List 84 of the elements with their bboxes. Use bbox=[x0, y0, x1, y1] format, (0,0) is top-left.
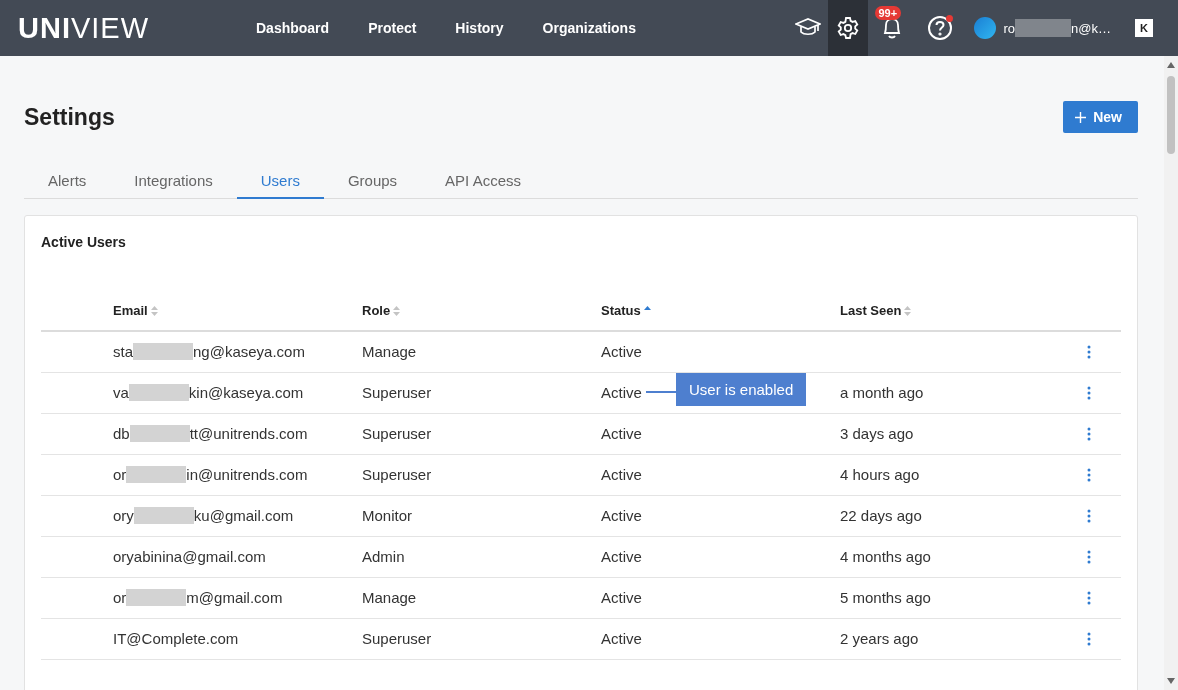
email-text: or bbox=[113, 466, 127, 483]
status-text: Active bbox=[601, 466, 642, 483]
more-icon bbox=[1087, 386, 1091, 400]
email-text: oryabinina@gmail.com bbox=[113, 548, 266, 565]
user-email[interactable]: ro bbox=[1003, 20, 1016, 36]
more-icon bbox=[1087, 468, 1091, 482]
email-text: ory bbox=[113, 507, 134, 524]
status-text: Active bbox=[601, 630, 642, 647]
role-text: Superuser bbox=[362, 630, 432, 647]
plus-icon bbox=[1075, 111, 1087, 123]
nav-link[interactable]: History bbox=[455, 20, 504, 36]
scroll-up-icon bbox=[1167, 62, 1175, 68]
last-seen-text: 22 days ago bbox=[840, 507, 922, 524]
scrollbar[interactable] bbox=[1164, 56, 1178, 690]
settings-icon bbox=[835, 16, 860, 40]
last-seen-text: 5 months ago bbox=[840, 589, 931, 606]
column-header[interactable]: Last Seen bbox=[840, 303, 912, 318]
role-text: Manage bbox=[362, 343, 417, 360]
role-text: Admin bbox=[362, 548, 405, 565]
email-text: in@unitrends.com bbox=[186, 466, 308, 483]
tab[interactable]: Alerts bbox=[24, 166, 111, 199]
redaction-bar bbox=[126, 589, 187, 606]
nav-link[interactable]: Organizations bbox=[542, 20, 636, 36]
more-icon bbox=[1087, 427, 1091, 441]
tooltip: User is enabled bbox=[676, 373, 807, 406]
email-text: sta bbox=[113, 343, 133, 360]
status-text: Active bbox=[601, 548, 642, 565]
status-text: Active bbox=[601, 425, 642, 442]
more-icon bbox=[1087, 509, 1091, 523]
avatar[interactable] bbox=[973, 17, 996, 39]
email-text: IT@Complete.com bbox=[113, 630, 239, 647]
notification-badge: 99+ bbox=[874, 6, 902, 20]
tab[interactable]: Groups bbox=[323, 166, 422, 199]
logo[interactable]: UNIVIEW bbox=[18, 11, 232, 45]
notifications-button[interactable]: 99+ bbox=[867, 0, 916, 56]
role-text: Superuser bbox=[362, 425, 432, 442]
role-text: Monitor bbox=[362, 507, 413, 524]
email-text: ng@kaseya.com bbox=[193, 343, 305, 360]
email-text: m@gmail.com bbox=[186, 589, 283, 606]
redaction-bar bbox=[126, 466, 187, 483]
column-header[interactable]: Status bbox=[601, 303, 651, 318]
redaction-bar bbox=[1015, 19, 1072, 37]
scroll-thumb[interactable] bbox=[1167, 76, 1175, 154]
role-text: Manage bbox=[362, 589, 417, 606]
status-text: Active bbox=[601, 343, 642, 360]
new-button[interactable]: New bbox=[1063, 101, 1138, 133]
last-seen-text: 2 years ago bbox=[840, 630, 919, 647]
brand-logo[interactable]: K bbox=[1135, 19, 1153, 37]
user-email[interactable]: n@k… bbox=[1071, 20, 1111, 36]
email-text: tt@unitrends.com bbox=[189, 425, 308, 442]
status-text: Active bbox=[601, 384, 642, 401]
role-text: Superuser bbox=[362, 466, 432, 483]
tab[interactable]: Integrations bbox=[110, 166, 237, 199]
more-icon bbox=[1087, 345, 1091, 359]
email-text: ku@gmail.com bbox=[193, 507, 294, 524]
more-icon bbox=[1087, 591, 1091, 605]
email-text: or bbox=[113, 589, 127, 606]
tab[interactable]: API Access bbox=[421, 166, 545, 199]
email-text: kin@kaseya.com bbox=[188, 384, 304, 401]
nav-link[interactable]: Dashboard bbox=[256, 20, 330, 36]
help-icon bbox=[926, 15, 953, 41]
column-header[interactable]: Email bbox=[113, 303, 158, 318]
role-text: Superuser bbox=[362, 384, 432, 401]
scroll-down-icon bbox=[1167, 678, 1175, 684]
column-header[interactable]: Role bbox=[362, 303, 401, 318]
redaction-bar bbox=[128, 384, 189, 401]
last-seen-text: 3 days ago bbox=[840, 425, 914, 442]
email-text: va bbox=[113, 384, 129, 401]
nav-link[interactable]: Protect bbox=[368, 20, 417, 36]
last-seen-text: a month ago bbox=[840, 384, 924, 401]
status-text: Active bbox=[601, 507, 642, 524]
status-text: Active bbox=[601, 589, 642, 606]
page-title: Settings bbox=[24, 103, 115, 131]
tab[interactable]: Users bbox=[236, 166, 324, 199]
redaction-bar bbox=[129, 425, 190, 442]
card-title: Active Users bbox=[41, 234, 127, 250]
more-icon bbox=[1087, 632, 1091, 646]
settings-button[interactable] bbox=[827, 0, 868, 56]
redaction-bar bbox=[133, 507, 194, 524]
redaction-bar bbox=[133, 343, 193, 360]
more-icon bbox=[1087, 550, 1091, 564]
email-text: db bbox=[113, 425, 130, 442]
last-seen-text: 4 months ago bbox=[840, 548, 931, 565]
last-seen-text: 4 hours ago bbox=[840, 466, 920, 483]
